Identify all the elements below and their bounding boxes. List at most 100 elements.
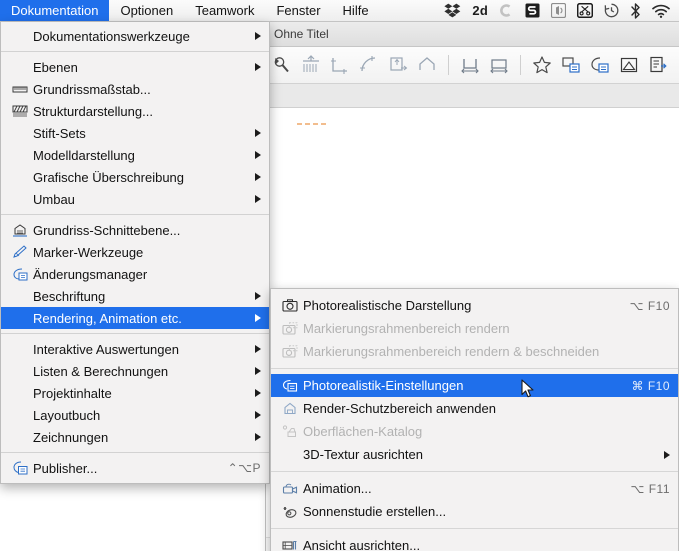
elevation-dimension-icon[interactable] xyxy=(301,55,321,75)
dropbox-icon[interactable] xyxy=(444,0,461,22)
2d-indicator-icon[interactable]: 2d xyxy=(472,0,488,22)
submenu-separator xyxy=(271,528,678,529)
menubar-item-fenster[interactable]: Fenster xyxy=(265,0,331,21)
menu-item-dokumentationswerkzeuge[interactable]: Dokumentationswerkzeuge xyxy=(1,25,269,47)
menu-item-label: Ebenen xyxy=(33,59,78,75)
menubar-status-area: 2d xyxy=(444,0,679,21)
submenu-arrow-icon xyxy=(255,345,261,353)
submenu-item-shortcut: ⌥ F10 xyxy=(629,298,670,313)
submenu-arrow-icon xyxy=(255,151,261,159)
camera-marquee-crop-icon xyxy=(281,343,298,360)
menu-item-label: Änderungsmanager xyxy=(33,266,148,282)
submenu-item-sonnenstudie-erstellen[interactable]: Sonnenstudie erstellen... xyxy=(271,500,678,523)
menu-item-label: Zeichnungen xyxy=(33,429,109,445)
menu-item-aenderungsmanager[interactable]: Änderungsmanager xyxy=(1,263,269,285)
submenu-item-animation[interactable]: Animation... ⌥ F11 xyxy=(271,477,678,500)
submenu-separator xyxy=(271,368,678,369)
menu-item-label: Projektinhalte xyxy=(33,385,112,401)
menu-item-label: Stift-Sets xyxy=(33,125,86,141)
menu-item-stift-sets[interactable]: Stift-Sets xyxy=(1,122,269,144)
change-marker-icon[interactable] xyxy=(648,55,668,75)
no-icon xyxy=(281,446,298,463)
menu-item-ebenen[interactable]: Ebenen xyxy=(1,56,269,78)
document-toolbar xyxy=(266,47,679,84)
submenu-item-label: Sonnenstudie erstellen... xyxy=(303,504,447,519)
menu-item-projektinhalte[interactable]: Projektinhalte xyxy=(1,382,269,404)
menu-item-beschriftung[interactable]: Beschriftung xyxy=(1,285,269,307)
menubar-item-dokumentation[interactable]: Dokumentation xyxy=(0,0,110,21)
submenu-item-shortcut: ⌘ F10 xyxy=(631,378,670,393)
submenu-arrow-icon xyxy=(255,367,261,375)
menu-item-umbau[interactable]: Umbau xyxy=(1,188,269,210)
submenu-item-3d-textur-ausrichten[interactable]: 3D-Textur ausrichten xyxy=(271,443,678,466)
menu-item-marker-werkzeuge[interactable]: Marker-Werkzeuge xyxy=(1,241,269,263)
submenu-item-label: Photorealistische Darstellung xyxy=(303,298,472,313)
no-icon xyxy=(11,288,28,305)
menu-item-modelldarstellung[interactable]: Modelldarstellung xyxy=(1,144,269,166)
menu-item-label: Grundriss-Schnittebene... xyxy=(33,222,181,238)
submenu-item-shortcut: ⌥ F11 xyxy=(630,481,670,496)
dokumentation-dropdown-menu[interactable]: Dokumentationswerkzeuge Ebenen Grundriss… xyxy=(0,22,270,484)
menubar-item-hilfe[interactable]: Hilfe xyxy=(332,0,380,21)
linear-dimension-icon[interactable] xyxy=(330,55,350,75)
cloud-c-icon[interactable] xyxy=(499,0,514,22)
magic-wand-icon[interactable] xyxy=(272,55,292,75)
rendering-submenu[interactable]: Photorealistische Darstellung ⌥ F10 Mark… xyxy=(270,288,679,551)
submenu-arrow-icon xyxy=(255,32,261,40)
time-machine-icon[interactable] xyxy=(604,0,619,22)
menubar-item-teamwork[interactable]: Teamwork xyxy=(184,0,265,21)
submenu-separator xyxy=(271,471,678,472)
menu-item-rendering-animation[interactable]: Rendering, Animation etc. xyxy=(1,307,269,329)
menu-item-grundriss-schnittebene[interactable]: Grundriss-Schnittebene... xyxy=(1,219,269,241)
menu-item-listen-berechnungen[interactable]: Listen & Berechnungen xyxy=(1,360,269,382)
detail-marker-icon[interactable] xyxy=(561,55,581,75)
menu-item-interaktive-auswertungen[interactable]: Interaktive Auswertungen xyxy=(1,338,269,360)
menu-item-shortcut: ⌃⌥P xyxy=(227,461,261,475)
menu-item-layoutbuch[interactable]: Layoutbuch xyxy=(1,404,269,426)
no-icon xyxy=(11,385,28,402)
no-icon xyxy=(11,191,28,208)
menu-item-label: Strukturdarstellung... xyxy=(33,103,153,119)
airplay-audio-icon[interactable] xyxy=(551,0,566,22)
bluetooth-icon[interactable] xyxy=(630,0,641,22)
submenu-item-photorealistische-darstellung[interactable]: Photorealistische Darstellung ⌥ F10 xyxy=(271,294,678,317)
level-dimension-icon[interactable] xyxy=(388,55,408,75)
submenu-item-label: Render-Schutzbereich anwenden xyxy=(303,401,496,416)
radial-dimension-icon[interactable] xyxy=(359,55,379,75)
submenu-item-label: Markierungsrahmenbereich rendern xyxy=(303,321,510,336)
worksheet-marker-icon[interactable] xyxy=(590,55,610,75)
roof-level-icon[interactable] xyxy=(417,55,437,75)
submenu-arrow-icon xyxy=(255,314,261,322)
interior-elevation-icon[interactable] xyxy=(460,55,480,75)
scissors-clipboard-icon[interactable] xyxy=(577,0,593,22)
surface-catalog-icon xyxy=(281,423,298,440)
menu-item-label: Publisher... xyxy=(33,460,98,476)
elevation-marker-icon[interactable] xyxy=(619,55,639,75)
sun-study-icon xyxy=(281,503,298,520)
star-favourite-icon[interactable] xyxy=(532,55,552,75)
submenu-item-render-schutzbereich-anwenden[interactable]: Render-Schutzbereich anwenden xyxy=(271,397,678,420)
submenu-item-label: Ansicht ausrichten... xyxy=(303,538,421,551)
no-icon xyxy=(11,310,28,327)
s-badge-icon[interactable] xyxy=(525,0,540,22)
submenu-item-label: Markierungsrahmenbereich rendern & besch… xyxy=(303,344,600,359)
menu-item-zeichnungen[interactable]: Zeichnungen xyxy=(1,426,269,448)
menubar-item-label: Optionen xyxy=(120,3,174,18)
menu-item-grafische-ueberschreibung[interactable]: Grafische Überschreibung xyxy=(1,166,269,188)
menu-item-label: Beschriftung xyxy=(33,288,106,304)
submenu-item-label: Oberflächen-Katalog xyxy=(303,424,423,439)
menubar-item-optionen[interactable]: Optionen xyxy=(109,0,184,21)
menu-item-label: Modelldarstellung xyxy=(33,147,135,163)
video-camera-icon xyxy=(281,480,298,497)
submenu-item-ansicht-ausrichten[interactable]: Ansicht ausrichten... xyxy=(271,534,678,551)
menu-item-strukturdarstellung[interactable]: Strukturdarstellung... xyxy=(1,100,269,122)
menu-item-grundrissmassstab[interactable]: Grundrissmaßstab... xyxy=(1,78,269,100)
no-icon xyxy=(11,28,28,45)
menu-item-publisher[interactable]: Publisher... ⌃⌥P xyxy=(1,457,269,479)
wifi-icon[interactable] xyxy=(652,0,670,22)
no-icon xyxy=(11,147,28,164)
submenu-item-photorealistik-einstellungen[interactable]: Photorealistik-Einstellungen ⌘ F10 xyxy=(271,374,678,397)
camera-icon xyxy=(281,297,298,314)
toolbar-separator xyxy=(520,55,521,75)
section-marker-icon[interactable] xyxy=(489,55,509,75)
